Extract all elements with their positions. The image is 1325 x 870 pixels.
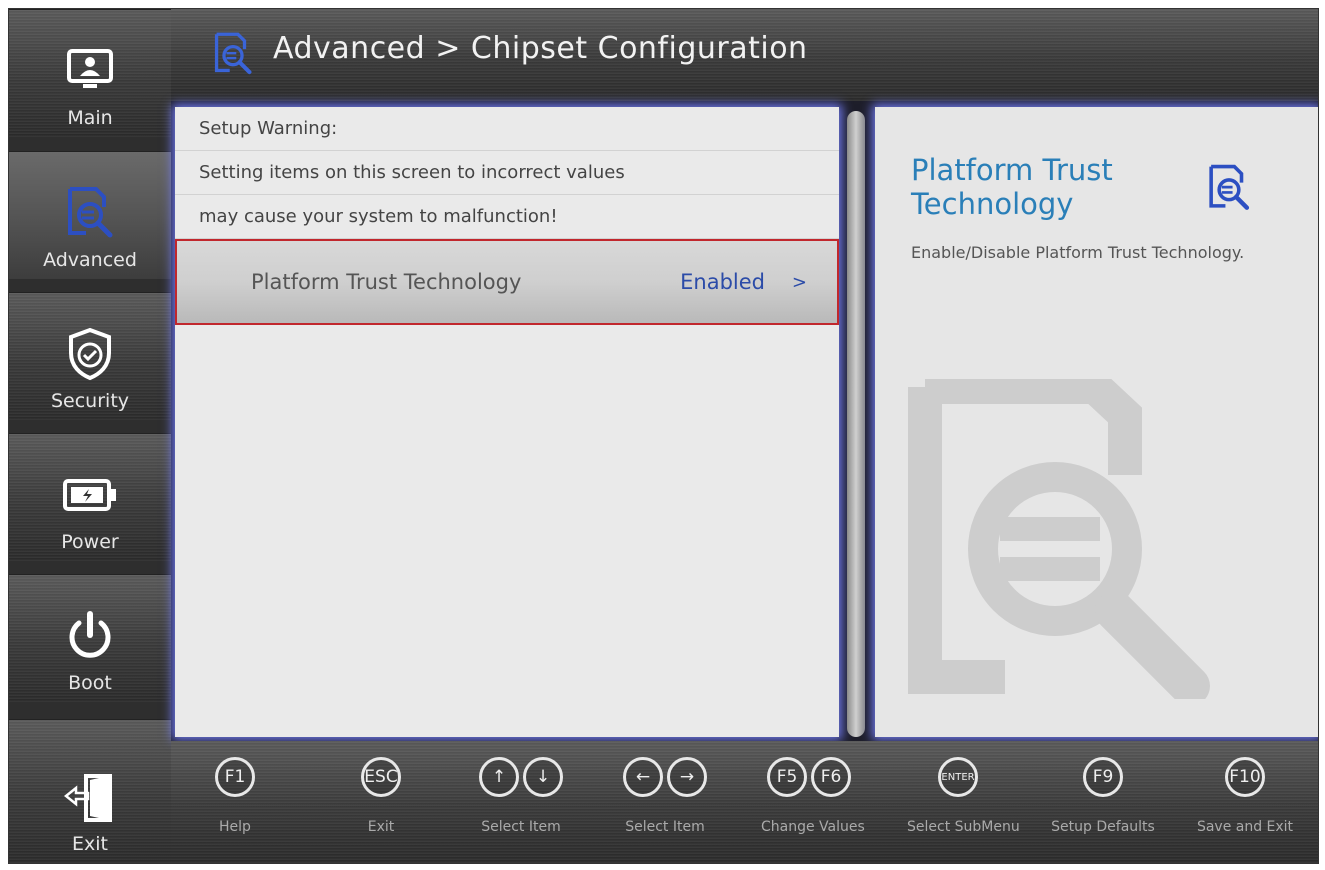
sidebar-item-exit[interactable]: Exit: [9, 719, 171, 863]
bios-setup-window: Main Advanced Security Power Boot Exit A…: [8, 8, 1319, 864]
help-title: Platform Trust Technology: [911, 153, 1113, 221]
f10-key-icon[interactable]: F10: [1225, 757, 1265, 797]
arrow-left-key-icon[interactable]: ←: [623, 757, 663, 797]
setting-value[interactable]: Enabled: [680, 270, 765, 294]
f1-key-icon[interactable]: F1: [215, 757, 255, 797]
key-label: Help: [219, 819, 251, 835]
sidebar-item-boot[interactable]: Boot: [9, 574, 171, 702]
sidebar-item-label: Exit: [72, 833, 108, 855]
exit-door-icon: [60, 767, 120, 827]
monitor-user-icon: [60, 41, 120, 101]
help-panel: Platform Trust Technology Enable/Disable…: [875, 107, 1318, 737]
key-legend-bar: F1 Help ESC Exit ↑ ↓ Select Item ← → Sel…: [171, 741, 1318, 863]
advanced-watermark-icon: [905, 370, 1235, 706]
sidebar-item-advanced[interactable]: Advanced: [9, 151, 171, 279]
key-label: Change Values: [761, 819, 865, 835]
shield-check-icon: [60, 324, 120, 384]
sidebar-item-label: Advanced: [43, 249, 137, 271]
key-label: Select Item: [481, 819, 561, 835]
esc-key-icon[interactable]: ESC: [361, 757, 401, 797]
advanced-doc-icon: [60, 183, 120, 243]
enter-key-icon[interactable]: ENTER: [938, 757, 978, 797]
arrow-up-key-icon[interactable]: ↑: [479, 757, 519, 797]
sidebar-item-main[interactable]: Main: [9, 9, 171, 137]
sidebar-item-label: Power: [61, 531, 119, 553]
warning-line: Setting items on this screen to incorrec…: [175, 151, 839, 195]
sidebar-item-power[interactable]: Power: [9, 433, 171, 561]
key-label: Select SubMenu: [907, 819, 1020, 835]
advanced-doc-icon: [211, 31, 255, 81]
setting-label: Platform Trust Technology: [251, 270, 522, 294]
chevron-right-icon: >: [791, 272, 807, 293]
sidebar-item-security[interactable]: Security: [9, 292, 171, 420]
warning-line: Setup Warning:: [175, 107, 839, 151]
sidebar-item-label: Main: [67, 107, 113, 129]
key-label: Exit: [367, 819, 395, 835]
key-label: Setup Defaults: [1051, 819, 1155, 835]
power-icon: [60, 606, 120, 666]
scrollbar[interactable]: [847, 111, 865, 737]
warning-line: may cause your system to malfunction!: [175, 195, 839, 239]
sidebar: Main Advanced Security Power Boot Exit: [9, 9, 171, 863]
key-label: Save and Exit: [1196, 819, 1294, 835]
f5-key-icon[interactable]: F5: [767, 757, 807, 797]
f6-key-icon[interactable]: F6: [811, 757, 851, 797]
page-title: Advanced > Chipset Configuration: [273, 31, 808, 66]
help-description: Enable/Disable Platform Trust Technology…: [911, 243, 1245, 262]
content-area: Setup Warning: Setting items on this scr…: [171, 101, 1318, 741]
header-bar: Advanced > Chipset Configuration: [171, 9, 1318, 101]
battery-icon: [60, 465, 120, 525]
sidebar-item-label: Boot: [68, 672, 112, 694]
arrow-down-key-icon[interactable]: ↓: [523, 757, 563, 797]
arrow-right-key-icon[interactable]: →: [667, 757, 707, 797]
settings-panel: Setup Warning: Setting items on this scr…: [175, 107, 839, 737]
advanced-doc-icon: [1205, 163, 1253, 217]
key-label: Select Item: [625, 819, 705, 835]
f9-key-icon[interactable]: F9: [1083, 757, 1123, 797]
setting-row-platform-trust-technology[interactable]: Platform Trust Technology Enabled >: [175, 239, 839, 325]
sidebar-item-label: Security: [50, 390, 130, 412]
